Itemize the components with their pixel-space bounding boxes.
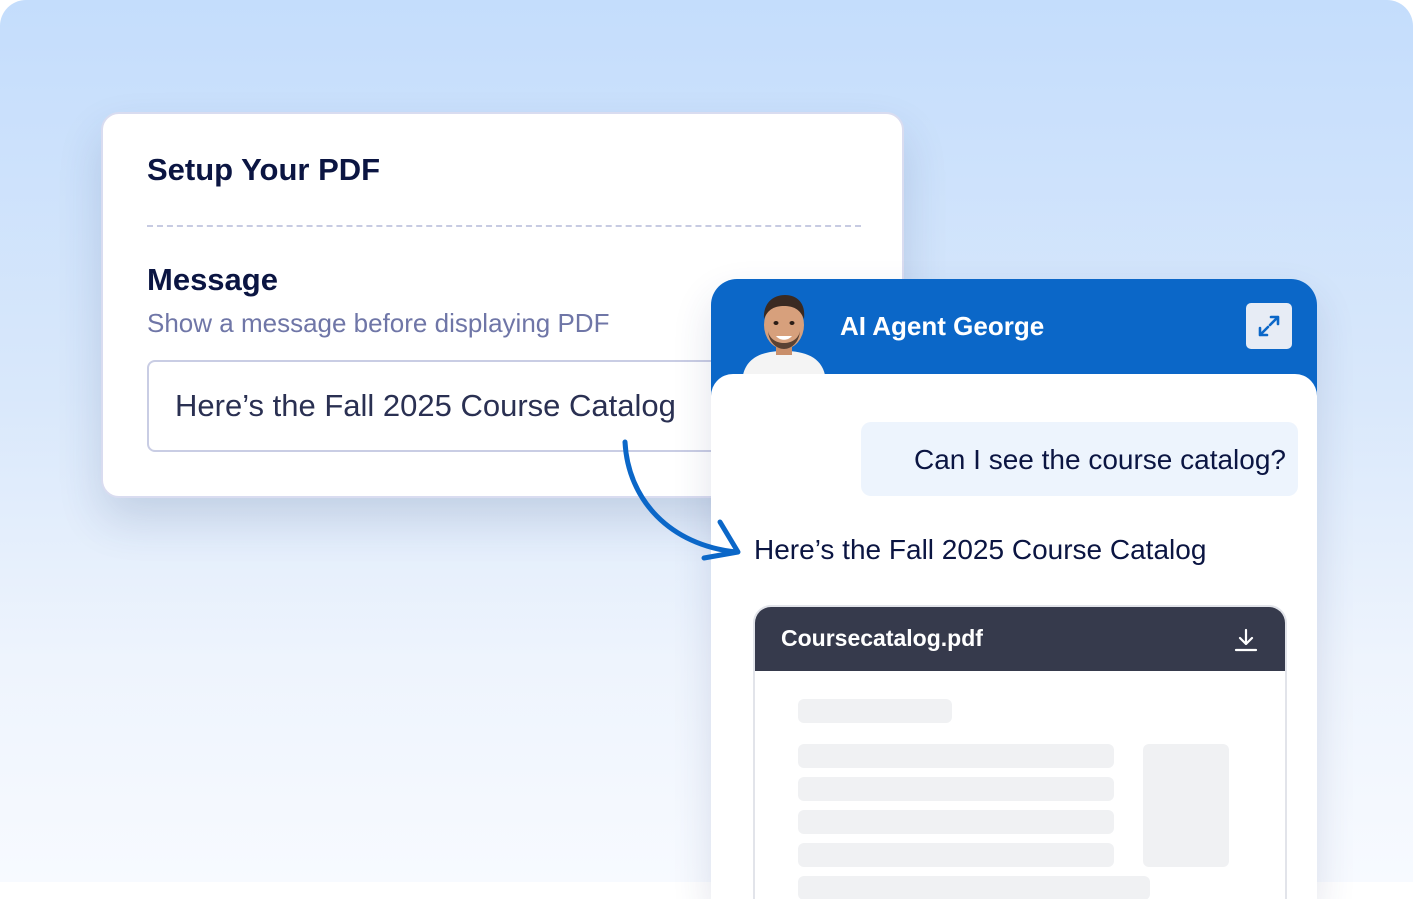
dashed-divider bbox=[147, 225, 861, 227]
expand-arrows-icon bbox=[1258, 315, 1280, 337]
pdf-filename: Coursecatalog.pdf bbox=[781, 625, 983, 651]
agent-name: AI Agent George bbox=[840, 311, 1045, 341]
curved-arrow-icon bbox=[622, 439, 741, 561]
message-description: Show a message before displaying PDF bbox=[147, 308, 610, 338]
pdf-skeleton-image bbox=[1143, 744, 1229, 867]
pdf-skeleton-line bbox=[798, 810, 1114, 834]
agent-avatar bbox=[733, 287, 835, 375]
pdf-skeleton-line bbox=[798, 876, 1150, 899]
bot-message: Here’s the Fall 2025 Course Catalog bbox=[754, 534, 1207, 565]
download-icon[interactable] bbox=[1233, 627, 1259, 653]
pdf-skeleton-line bbox=[798, 777, 1114, 801]
pdf-skeleton-line bbox=[798, 843, 1114, 867]
pdf-attachment-card[interactable]: Coursecatalog.pdf bbox=[753, 605, 1287, 899]
pdf-skeleton-line bbox=[798, 744, 1114, 768]
setup-title: Setup Your PDF bbox=[147, 152, 381, 187]
expand-button[interactable] bbox=[1246, 303, 1292, 349]
chat-widget: AI Agent George Can I see the course cat… bbox=[711, 279, 1317, 899]
message-label: Message bbox=[147, 262, 278, 297]
pdf-header: Coursecatalog.pdf bbox=[755, 607, 1285, 671]
chat-body: Can I see the course catalog? Here’s the… bbox=[711, 374, 1317, 899]
pdf-skeleton-title bbox=[798, 699, 952, 723]
user-message-bubble: Can I see the course catalog? bbox=[861, 422, 1298, 496]
